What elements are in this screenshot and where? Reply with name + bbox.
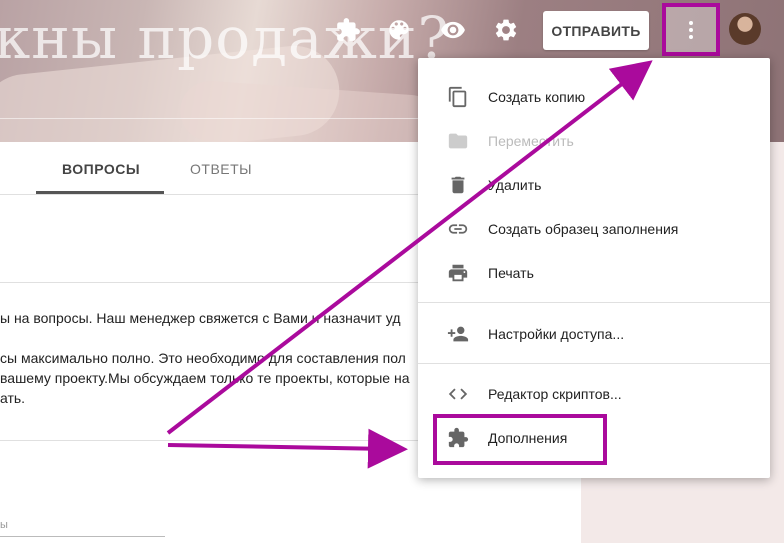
menu-item-label: Удалить: [488, 177, 542, 193]
menu-item-label: Настройки доступа...: [488, 326, 625, 342]
form-description-line[interactable]: вашему проекту.Мы обсуждаем только те пр…: [0, 370, 409, 386]
menu-item-make-copy[interactable]: Создать копию: [418, 77, 770, 117]
preview-eye-icon[interactable]: [437, 14, 469, 46]
settings-gear-icon[interactable]: [490, 14, 522, 46]
menu-item-label: Редактор скриптов...: [488, 386, 622, 402]
form-description-line[interactable]: сы максимально полно. Это необходимо для…: [0, 350, 406, 366]
banner-photo-hands-2: [178, 79, 442, 142]
link-icon: [446, 217, 470, 241]
answer-input-line[interactable]: [0, 536, 165, 537]
tab-questions[interactable]: ВОПРОСЫ: [62, 161, 140, 177]
menu-divider: [418, 302, 770, 303]
send-button[interactable]: ОТПРАВИТЬ: [543, 11, 649, 50]
menu-item-label: Переместить: [488, 133, 574, 149]
add-people-icon: [446, 322, 470, 346]
palette-icon[interactable]: [383, 14, 415, 46]
more-vert-icon: [689, 20, 693, 39]
menu-divider: [418, 363, 770, 364]
account-avatar[interactable]: [729, 13, 761, 45]
title-underline: [0, 118, 420, 119]
menu-item-move: Переместить: [418, 121, 770, 161]
form-description-line[interactable]: ы на вопросы. Наш менеджер свяжется с Ва…: [0, 310, 401, 326]
more-options-button[interactable]: [662, 3, 720, 56]
trash-icon: [446, 173, 470, 197]
code-icon: [446, 382, 470, 406]
menu-item-sharing-settings[interactable]: Настройки доступа...: [418, 314, 770, 354]
addons-highlight-annotation: [433, 414, 607, 465]
menu-item-label: Создать образец заполнения: [488, 221, 679, 237]
menu-item-print[interactable]: Печать: [418, 253, 770, 293]
menu-item-script-editor[interactable]: Редактор скриптов...: [418, 374, 770, 414]
addons-icon[interactable]: [332, 14, 364, 46]
tab-responses[interactable]: ОТВЕТЫ: [190, 161, 252, 177]
menu-item-label: Создать копию: [488, 89, 586, 105]
print-icon: [446, 261, 470, 285]
menu-item-prefilled-link[interactable]: Создать образец заполнения: [418, 209, 770, 249]
form-description-line[interactable]: ать.: [0, 390, 25, 406]
menu-item-delete[interactable]: Удалить: [418, 165, 770, 205]
menu-item-label: Печать: [488, 265, 534, 281]
folder-icon: [446, 129, 470, 153]
copy-icon: [446, 85, 470, 109]
question-hint: ы: [0, 519, 8, 531]
